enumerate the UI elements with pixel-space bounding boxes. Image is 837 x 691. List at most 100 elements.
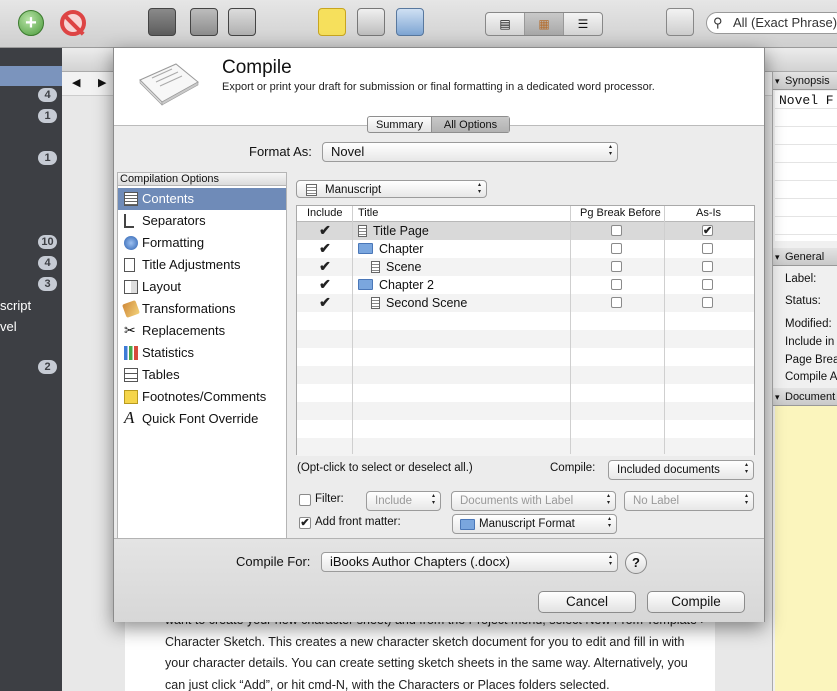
formatting-icon [124, 236, 138, 250]
page-break-checkbox[interactable] [611, 261, 622, 272]
filter-include-select[interactable]: Include [366, 491, 441, 511]
page-break-checkbox[interactable] [611, 243, 622, 254]
row-title[interactable]: Scene [371, 258, 421, 276]
as-is-checkbox[interactable]: ✔ [702, 225, 713, 237]
option-layout[interactable]: Layout [118, 276, 286, 298]
page-break-checkbox[interactable] [611, 279, 622, 290]
option-replacements[interactable]: ✂ Replacements [118, 320, 286, 342]
row-title[interactable]: Chapter 2 [358, 276, 434, 294]
include-checkbox[interactable]: ✔ [319, 259, 331, 273]
as-is-checkbox[interactable] [702, 297, 713, 308]
include-checkbox[interactable]: ✔ [319, 277, 331, 291]
as-is-checkbox[interactable] [702, 243, 713, 254]
count-badge: 3 [38, 277, 57, 291]
contents-group-select[interactable]: Manuscript [296, 180, 487, 198]
folder-icon [358, 279, 373, 290]
mode-tabs: Summary All Options [367, 116, 510, 133]
option-tables[interactable]: Tables [118, 364, 286, 386]
replacements-icon: ✂ [124, 322, 136, 338]
include-checkbox[interactable]: ✔ [319, 295, 331, 309]
inspector-icon[interactable] [666, 8, 694, 36]
option-quick-font-override[interactable]: A Quick Font Override [118, 408, 286, 430]
tab-summary[interactable]: Summary [368, 117, 432, 132]
as-is-checkbox[interactable] [702, 261, 713, 272]
collections-icon[interactable] [148, 8, 176, 36]
cancel-button[interactable]: Cancel [538, 591, 636, 613]
view-mode-switch[interactable]: ▤ ▦ ☰ [485, 12, 603, 36]
filter-checkbox[interactable] [299, 494, 311, 506]
dialog-subtitle: Export or print your draft for submissio… [222, 81, 655, 93]
search-input[interactable]: ⚲ All (Exact Phrase) [706, 12, 837, 34]
help-button[interactable]: ? [625, 552, 647, 574]
include-checkbox[interactable]: ✔ [319, 241, 331, 255]
filter-label: Filter: [315, 493, 344, 505]
synopsis-header[interactable]: Synopsis [773, 72, 837, 90]
editor-text[interactable]: want to create your new character sheet)… [165, 610, 710, 691]
statistics-icon [124, 346, 138, 360]
general-header[interactable]: General [773, 248, 837, 266]
inspector-label-row: Label: [785, 273, 817, 285]
binder-item-label[interactable]: script [0, 298, 31, 313]
corkboard-view-icon[interactable]: ▦ [525, 13, 564, 35]
row-title[interactable]: Second Scene [371, 294, 467, 312]
manuscript-icon [306, 184, 317, 196]
synopsis-text[interactable]: Novel F [775, 91, 837, 241]
option-footnotes-comments[interactable]: Footnotes/Comments [118, 386, 286, 408]
binder-selected-row[interactable] [0, 66, 62, 86]
scrivenings-view-icon[interactable]: ▤ [486, 13, 525, 35]
compile-button[interactable]: Compile [647, 591, 745, 613]
row-title-text: Chapter 2 [379, 278, 434, 292]
option-formatting[interactable]: Formatting [118, 232, 286, 254]
row-title-text: Scene [386, 260, 422, 274]
add-document-icon[interactable]: + [18, 10, 44, 36]
outliner-view-icon[interactable]: ☰ [564, 13, 602, 35]
filter-label-select[interactable]: No Label [624, 491, 754, 511]
include-checkbox[interactable]: ✔ [319, 223, 331, 237]
add-front-matter-checkbox[interactable]: ✔ [299, 517, 311, 529]
option-statistics[interactable]: Statistics [118, 342, 286, 364]
forward-arrow-icon[interactable]: ▶ [98, 76, 106, 89]
option-separators[interactable]: Separators [118, 210, 286, 232]
format-as-select[interactable]: Novel [322, 142, 618, 162]
option-transformations[interactable]: Transformations [118, 298, 286, 320]
row-title[interactable]: Chapter [358, 240, 423, 258]
filter-documents-select[interactable]: Documents with Label [451, 491, 616, 511]
option-title-adjustments[interactable]: Title Adjustments [118, 254, 286, 276]
inspector-compile-row: Compile A [785, 371, 837, 383]
dialog-title: Compile [222, 57, 292, 78]
compile-scope-select[interactable]: Included documents [608, 460, 754, 480]
layout-icon[interactable] [357, 8, 385, 36]
quick-reference-icon[interactable] [396, 8, 424, 36]
row-title-text: Second Scene [386, 296, 468, 310]
row-title[interactable]: Title Page [358, 222, 429, 240]
options-header: Compilation Options [117, 172, 287, 186]
option-contents[interactable]: Contents [118, 188, 286, 210]
count-badge: 1 [38, 109, 57, 123]
keywords-icon[interactable] [190, 8, 218, 36]
count-badge: 4 [38, 88, 57, 102]
page-break-checkbox[interactable] [611, 225, 622, 236]
opt-click-hint: (Opt-click to select or deselect all.) [297, 462, 473, 474]
compile-for-select[interactable]: iBooks Author Chapters (.docx) [321, 552, 618, 572]
tab-all-options[interactable]: All Options [432, 117, 509, 132]
move-to-trash-icon[interactable] [60, 10, 86, 36]
as-is-checkbox[interactable] [702, 279, 713, 290]
back-arrow-icon[interactable]: ◀ [72, 76, 80, 89]
count-badge: 1 [38, 151, 57, 165]
row-title-text: Title Page [373, 224, 429, 238]
snapshot-icon[interactable] [318, 8, 346, 36]
page-break-checkbox[interactable] [611, 297, 622, 308]
composition-mode-icon[interactable] [228, 8, 256, 36]
inspector-modified-row: Modified: [785, 318, 832, 330]
document-icon [371, 261, 380, 273]
count-badge: 2 [38, 360, 57, 374]
contents-icon [124, 192, 138, 206]
format-as-label: Format As: [249, 144, 312, 159]
document-notes-header[interactable]: Document Notes [773, 388, 837, 406]
font-override-icon: A [124, 408, 135, 427]
folder-icon [358, 243, 373, 254]
front-matter-select[interactable]: Manuscript Format [452, 514, 617, 534]
dialog-header: Compile Export or print your draft for s… [114, 48, 764, 126]
document-notes-area[interactable] [775, 406, 837, 691]
binder-item-label[interactable]: vel [0, 319, 17, 334]
